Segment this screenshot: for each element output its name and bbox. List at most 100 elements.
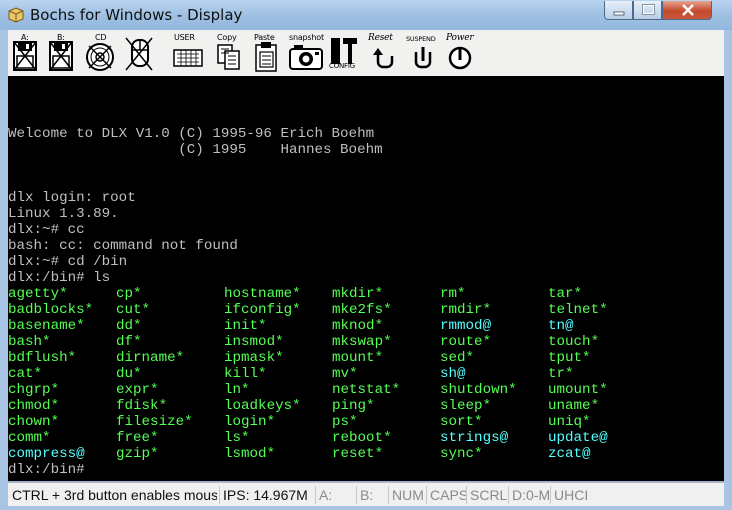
ls-entry: kill* <box>224 366 267 382</box>
floppy-a-button[interactable]: A: <box>10 32 40 74</box>
ls-entry: mke2fs* <box>332 302 392 318</box>
ls-entry: comm* <box>8 430 51 446</box>
bochs-window: Bochs for Windows - Display A: B: CD USE… <box>0 0 732 510</box>
status-floppy-b: B: <box>356 486 390 504</box>
emulator-display[interactable]: Welcome to DLX V1.0 (C) 1995-96 Erich Bo… <box>8 76 724 481</box>
maximize-button[interactable] <box>633 1 662 20</box>
ls-entry: umount* <box>548 382 608 398</box>
paste-icon <box>255 42 277 72</box>
floppy-disk-icon <box>13 41 37 71</box>
ls-entry: chgrp* <box>8 382 60 398</box>
copy-button[interactable]: Copy <box>214 32 242 74</box>
title-bar[interactable]: Bochs for Windows - Display <box>0 0 732 30</box>
terminal-line: dlx:~# cc <box>8 222 85 238</box>
ls-entry: sleep* <box>440 398 492 414</box>
user-keyboard-button[interactable]: USER <box>172 32 204 74</box>
ls-entry: sort* <box>440 414 483 430</box>
ls-entry: mkdir* <box>332 286 384 302</box>
ls-entry: cut* <box>116 302 151 318</box>
ls-entry: hostname* <box>224 286 301 302</box>
ls-entry: ipmask* <box>224 350 284 366</box>
ls-entry: uniq* <box>548 414 591 430</box>
ls-entry: route* <box>440 334 492 350</box>
status-floppy-a: A: <box>315 486 357 504</box>
bochs-app-icon <box>8 7 24 23</box>
ls-entry: tar* <box>548 286 583 302</box>
ls-entry: chmod* <box>8 398 60 414</box>
ls-entry: badblocks* <box>8 302 94 318</box>
ls-entry: touch* <box>548 334 600 350</box>
ls-entry: zcat@ <box>548 446 591 462</box>
terminal-line: dlx:/bin# ls <box>8 270 111 286</box>
ls-entry: agetty* <box>8 286 68 302</box>
camera-icon <box>289 45 323 70</box>
ls-entry: mv* <box>332 366 358 382</box>
window-frame-left <box>0 30 8 510</box>
close-button[interactable] <box>662 1 712 20</box>
ls-entry: filesize* <box>116 414 193 430</box>
shell-prompt: dlx:/bin# <box>8 462 85 478</box>
config-label: CONFIG <box>329 62 355 70</box>
ls-entry: sync* <box>440 446 483 462</box>
reset-button[interactable]: Reset <box>368 32 402 74</box>
ls-entry: update@ <box>548 430 608 446</box>
ls-entry: ping* <box>332 398 375 414</box>
status-uhci: UHCI <box>550 486 594 504</box>
reset-icon <box>373 48 394 69</box>
ls-entry: rmdir* <box>440 302 492 318</box>
ls-entry: tput* <box>548 350 591 366</box>
ls-entry: sed* <box>440 350 475 366</box>
ls-entry: ifconfig* <box>224 302 301 318</box>
ls-entry: tn@ <box>548 318 574 334</box>
ls-entry: du* <box>116 366 142 382</box>
ls-entry: tr* <box>548 366 574 382</box>
power-button[interactable]: Power <box>444 32 480 74</box>
ls-entry: mknod* <box>332 318 384 334</box>
copy-icon <box>217 44 240 70</box>
ls-entry: mount* <box>332 350 384 366</box>
window-title: Bochs for Windows - Display <box>30 6 243 24</box>
snapshot-button[interactable]: snapshot <box>288 32 324 74</box>
status-disk: D:0-M <box>508 486 552 504</box>
ls-entry: sh@ <box>440 366 466 382</box>
ls-entry: lsmod* <box>224 446 276 462</box>
ls-entry: mkswap* <box>332 334 392 350</box>
ls-entry: chown* <box>8 414 60 430</box>
terminal-line: bash: cc: command not found <box>8 238 238 254</box>
mouse-disabled-icon <box>125 37 153 71</box>
ls-entry: bdflush* <box>8 350 77 366</box>
ls-entry: ls* <box>224 430 250 446</box>
status-scrl: SCRL <box>466 486 508 504</box>
ls-entry: rmmod@ <box>440 318 492 334</box>
ls-entry: dd* <box>116 318 142 334</box>
close-icon <box>682 4 694 16</box>
ls-entry: reboot* <box>332 430 392 446</box>
ls-entry: fdisk* <box>116 398 168 414</box>
minimize-icon <box>613 11 625 16</box>
suspend-icon <box>414 47 432 69</box>
ls-entry: insmod* <box>224 334 284 350</box>
cdrom-icon <box>86 43 114 71</box>
config-button[interactable]: CONFIG <box>328 32 362 74</box>
floppy-b-button[interactable]: B: <box>46 32 76 74</box>
ls-entry: reset* <box>332 446 384 462</box>
mouse-toggle-button[interactable] <box>122 32 156 74</box>
minimize-button[interactable] <box>604 1 633 20</box>
status-hint: CTRL + 3rd button enables mouse <box>12 487 217 503</box>
ls-entry: rm* <box>440 286 466 302</box>
toolbar: A: B: CD USER Copy Paste snapshot CONFIG… <box>8 30 724 77</box>
ls-entry: init* <box>224 318 267 334</box>
ls-entry: free* <box>116 430 159 446</box>
ls-entry: ln* <box>224 382 250 398</box>
ls-entry: gzip* <box>116 446 159 462</box>
terminal-line: Linux 1.3.89. <box>8 206 119 222</box>
suspend-button[interactable]: SUSPEND <box>406 32 440 74</box>
paste-button[interactable]: Paste <box>252 32 280 74</box>
ls-entry: strings@ <box>440 430 509 446</box>
status-caps: CAPS <box>426 486 466 504</box>
keyboard-icon <box>173 49 203 67</box>
terminal-line: dlx login: root <box>8 190 136 206</box>
terminal-line: Welcome to DLX V1.0 (C) 1995-96 Erich Bo… <box>8 126 375 142</box>
terminal-line: (C) 1995 Hannes Boehm <box>8 142 383 158</box>
cdrom-button[interactable]: CD <box>84 32 116 74</box>
